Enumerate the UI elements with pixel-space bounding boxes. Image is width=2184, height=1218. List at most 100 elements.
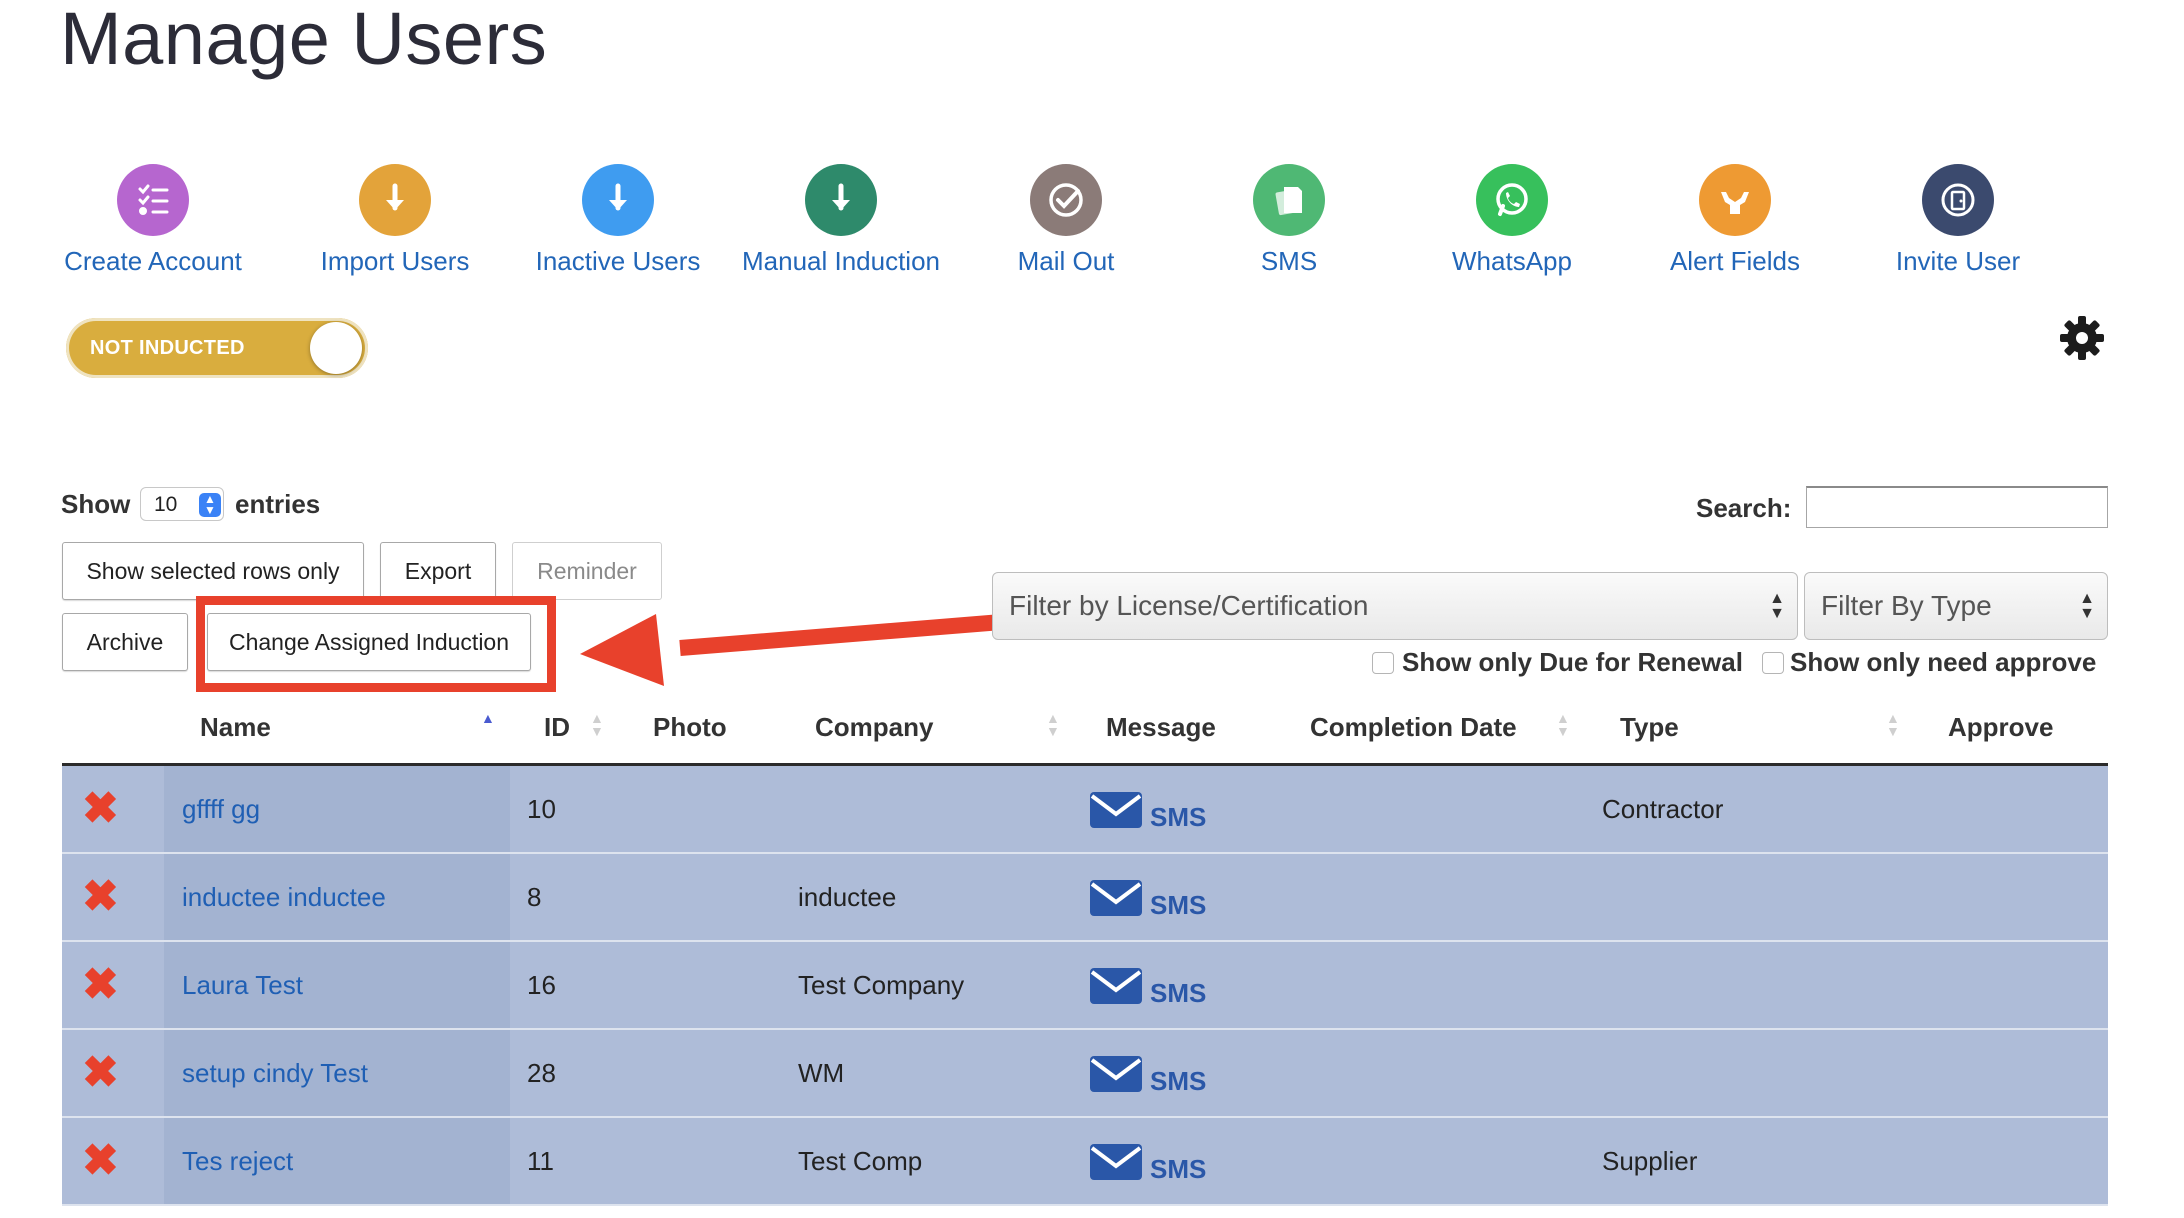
column-header-approve: Approve	[1948, 712, 2054, 742]
manual-induction-button[interactable]: Manual Induction	[721, 164, 961, 277]
export-button[interactable]: Export	[380, 542, 496, 600]
user-id: 28	[527, 1058, 556, 1088]
delete-x-icon[interactable]: ✖	[82, 1139, 119, 1183]
gear-icon[interactable]	[2058, 314, 2106, 362]
alert-fields-label: Alert Fields	[1669, 246, 1801, 276]
hands-icon	[1699, 164, 1771, 236]
mail-out-label: Mail Out	[1017, 246, 1115, 276]
archive-button[interactable]: Archive	[62, 613, 188, 671]
show-selected-rows-button[interactable]: Show selected rows only	[62, 542, 364, 600]
toggle-knob[interactable]	[310, 322, 362, 374]
column-header-id[interactable]: ID	[544, 712, 570, 743]
create-account-label: Create Account	[64, 246, 242, 276]
envelope-icon[interactable]	[1088, 964, 1144, 1008]
sort-ascending-icon: ▲	[481, 710, 495, 726]
table-row: ✖ Laura Test 16 Test Company SMS	[62, 942, 2108, 1030]
search-label: Search:	[1696, 493, 1792, 523]
import-users-button[interactable]: Import Users	[275, 164, 515, 277]
table-row: ✖ setup cindy Test 28 WM SMS	[62, 1030, 2108, 1118]
door-icon	[1922, 164, 1994, 236]
sms-label: SMS	[1260, 246, 1318, 276]
select-arrows-icon: ▲ ▼	[199, 493, 221, 517]
sms-button[interactable]: SMS	[1169, 164, 1409, 277]
column-header-type[interactable]: Type	[1620, 712, 1679, 743]
user-id: 10	[527, 794, 556, 824]
user-id: 8	[527, 882, 542, 912]
sort-both-icon: ▲ ▼	[1046, 710, 1060, 739]
user-id: 11	[527, 1146, 554, 1176]
documents-icon	[1253, 164, 1325, 236]
user-company: WM	[798, 1058, 845, 1088]
license-filter-select[interactable]: Filter by License/Certification ▲ ▼	[992, 572, 1798, 640]
envelope-icon[interactable]	[1088, 876, 1144, 920]
column-header-photo: Photo	[653, 712, 727, 742]
page-title: Manage Users	[60, 0, 548, 80]
invite-user-label: Invite User	[1895, 246, 2021, 276]
table-row: ✖ gffff gg 10 SMS Contractor	[62, 766, 2108, 854]
toggle-label: NOT INDUCTED	[90, 337, 245, 359]
column-header-completion-date[interactable]: Completion Date	[1310, 712, 1517, 743]
due-renewal-checkbox[interactable]	[1372, 652, 1394, 674]
select-arrows-icon: ▲ ▼	[2079, 590, 2095, 622]
create-account-button[interactable]: Create Account	[33, 164, 273, 277]
user-name-link[interactable]: inductee inductee	[182, 882, 386, 913]
import-users-label: Import Users	[320, 246, 470, 276]
user-name-link[interactable]: Tes reject	[182, 1146, 293, 1177]
red-arrow-icon	[580, 613, 1015, 686]
sms-link[interactable]: SMS	[1150, 1066, 1206, 1097]
manual-induction-label: Manual Induction	[741, 246, 941, 276]
sms-link[interactable]: SMS	[1150, 802, 1206, 833]
user-id: 16	[527, 970, 556, 1000]
reminder-button[interactable]: Reminder	[512, 542, 662, 600]
license-filter-placeholder: Filter by License/Certification	[1009, 590, 1369, 621]
table-row: ✖ inductee inductee 8 inductee SMS	[62, 854, 2108, 942]
user-name-link[interactable]: setup cindy Test	[182, 1058, 368, 1089]
need-approve-label: Show only need approve	[1790, 647, 2097, 677]
inactive-users-label: Inactive Users	[535, 246, 701, 276]
invite-user-button[interactable]: Invite User	[1838, 164, 2078, 277]
user-name-link[interactable]: Laura Test	[182, 970, 303, 1001]
user-company: Test Company	[798, 970, 965, 1000]
search-input[interactable]	[1806, 486, 2108, 528]
sort-both-icon: ▲ ▼	[1886, 710, 1900, 739]
delete-x-icon[interactable]: ✖	[82, 875, 119, 919]
type-filter-select[interactable]: Filter By Type ▲ ▼	[1804, 572, 2108, 640]
highlight-annotation-box	[196, 596, 556, 692]
table-row: ✖ Tes reject 11 Test Comp SMS Supplier	[62, 1118, 2108, 1206]
column-header-company[interactable]: Company	[815, 712, 933, 743]
download-arrow-icon	[582, 164, 654, 236]
checkmark-circle-icon	[1030, 164, 1102, 236]
envelope-icon[interactable]	[1088, 1140, 1144, 1184]
delete-x-icon[interactable]: ✖	[82, 963, 119, 1007]
due-renewal-label: Show only Due for Renewal	[1402, 647, 1743, 677]
column-header-message: Message	[1106, 712, 1216, 742]
user-company: inductee	[798, 882, 897, 912]
user-type: Contractor	[1602, 794, 1724, 824]
whatsapp-label: WhatsApp	[1452, 246, 1572, 276]
sort-both-icon: ▲ ▼	[590, 710, 604, 739]
sms-link[interactable]: SMS	[1150, 890, 1206, 921]
entries-length-value: 10	[154, 493, 178, 516]
download-arrow-icon	[359, 164, 431, 236]
envelope-icon[interactable]	[1088, 788, 1144, 832]
select-arrows-icon: ▲ ▼	[1769, 590, 1785, 622]
inactive-users-button[interactable]: Inactive Users	[498, 164, 738, 277]
sms-link[interactable]: SMS	[1150, 1154, 1206, 1185]
show-label: Show	[61, 489, 131, 519]
delete-x-icon[interactable]: ✖	[82, 1051, 119, 1095]
whatsapp-icon	[1476, 164, 1548, 236]
user-type: Supplier	[1602, 1146, 1698, 1176]
column-header-name[interactable]: Name	[200, 712, 271, 743]
download-arrow-icon	[805, 164, 877, 236]
whatsapp-button[interactable]: WhatsApp	[1392, 164, 1632, 277]
need-approve-checkbox[interactable]	[1762, 652, 1784, 674]
user-company: Test Comp	[798, 1146, 923, 1176]
list-check-icon	[117, 164, 189, 236]
user-name-link[interactable]: gffff gg	[182, 794, 260, 825]
sms-link[interactable]: SMS	[1150, 978, 1206, 1009]
alert-fields-button[interactable]: Alert Fields	[1615, 164, 1855, 277]
mail-out-button[interactable]: Mail Out	[946, 164, 1186, 277]
sort-both-icon: ▲ ▼	[1556, 710, 1570, 739]
envelope-icon[interactable]	[1088, 1052, 1144, 1096]
delete-x-icon[interactable]: ✖	[82, 787, 119, 831]
